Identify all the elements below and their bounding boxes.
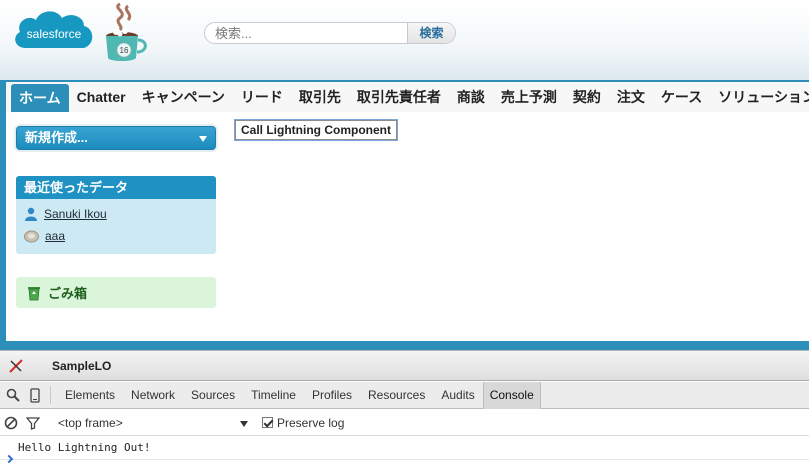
list-item: aaa (24, 227, 65, 245)
search-button[interactable]: 検索 (407, 23, 455, 43)
tab-orders[interactable]: 注文 (609, 82, 653, 112)
console-toolbar: <top frame> Preserve log (0, 410, 809, 436)
recent-items-list: Sanuki Ikou aaa (16, 199, 216, 254)
console-log-line: Hello Lightning Out! (18, 441, 151, 454)
contact-person-icon (25, 207, 37, 221)
tab-leads[interactable]: リード (233, 82, 291, 112)
main-content: 新規作成... 最近使ったデータ Sanuki Ikou aaa ごみ箱 Cal… (6, 112, 809, 341)
clear-console-icon[interactable] (0, 409, 22, 436)
devtools-title: SampleLO (52, 359, 112, 373)
devtools-tab-resources[interactable]: Resources (360, 382, 433, 409)
inspect-search-icon[interactable] (2, 382, 24, 409)
device-mode-icon[interactable] (24, 382, 46, 409)
dropdown-arrow-icon (240, 420, 248, 427)
tab-forecasts[interactable]: 売上予測 (493, 82, 565, 112)
close-icon[interactable] (8, 358, 24, 374)
devtools-panel: SampleLO Elements Network Sources Timeli… (0, 350, 809, 466)
devtools-tab-timeline[interactable]: Timeline (243, 382, 304, 409)
create-new-button[interactable]: 新規作成... (16, 126, 216, 150)
devtools-tab-elements[interactable]: Elements (57, 382, 123, 409)
recycle-bin-link[interactable]: ごみ箱 (16, 277, 216, 308)
preserve-log-checkbox[interactable]: Preserve log (262, 416, 344, 430)
search-input[interactable] (205, 23, 407, 43)
devtools-tab-profiles[interactable]: Profiles (304, 382, 360, 409)
tab-home[interactable]: ホーム (11, 84, 69, 112)
recent-items-header: 最近使ったデータ (16, 176, 216, 199)
salesforce-logo[interactable]: salesforce (12, 8, 96, 60)
app-window: salesforce 16 検索 ホーム Chatter キャンペーン リード … (0, 0, 809, 466)
devtools-tab-console[interactable]: Console (482, 381, 541, 409)
tab-contacts[interactable]: 取引先責任者 (349, 82, 449, 112)
chevron-down-icon (199, 136, 207, 142)
tab-bar: ホーム Chatter キャンペーン リード 取引先 取引先責任者 商談 売上予… (0, 80, 809, 112)
checkbox-checked-icon (262, 417, 273, 428)
frame-select[interactable]: <top frame> (58, 415, 248, 430)
tab-contracts[interactable]: 契約 (565, 82, 609, 112)
tab-cases[interactable]: ケース (653, 82, 710, 112)
devtools-tab-network[interactable]: Network (123, 382, 183, 409)
frame-select-value: <top frame> (58, 415, 123, 430)
devtools-tab-sources[interactable]: Sources (183, 382, 243, 409)
filter-icon[interactable] (22, 409, 44, 436)
mascot-cup-icon: 16 (106, 2, 147, 61)
recycle-bin-icon (28, 286, 40, 300)
tab-accounts[interactable]: 取引先 (291, 82, 349, 112)
devtools-titlebar: SampleLO (0, 351, 809, 381)
logo-text: salesforce (27, 27, 82, 41)
devtools-tabs: Elements Network Sources Timeline Profil… (0, 381, 809, 409)
tab-campaigns[interactable]: キャンペーン (134, 82, 233, 112)
record-icon (24, 230, 39, 242)
recycle-bin-label: ごみ箱 (48, 286, 88, 301)
list-item: Sanuki Ikou (24, 205, 107, 223)
recent-item-link[interactable]: aaa (45, 229, 65, 243)
header: salesforce 16 検索 (0, 0, 809, 80)
tab-chatter[interactable]: Chatter (69, 82, 134, 112)
recent-item-link[interactable]: Sanuki Ikou (44, 207, 107, 221)
content-frame: 新規作成... 最近使ったデータ Sanuki Ikou aaa ごみ箱 Cal… (0, 112, 809, 350)
tab-opportunities[interactable]: 商談 (449, 82, 493, 112)
console-input[interactable] (0, 459, 809, 466)
call-lightning-component-button[interactable]: Call Lightning Component (234, 119, 398, 141)
create-new-label: 新規作成... (25, 130, 88, 145)
tab-solutions[interactable]: ソリューション (710, 82, 809, 112)
preserve-log-label: Preserve log (277, 415, 345, 430)
release-badge: 16 (120, 46, 129, 55)
search-box: 検索 (204, 22, 456, 44)
devtools-tab-audits[interactable]: Audits (433, 382, 482, 409)
